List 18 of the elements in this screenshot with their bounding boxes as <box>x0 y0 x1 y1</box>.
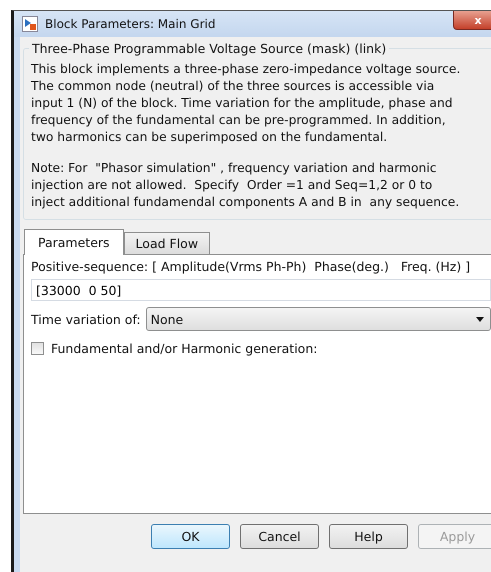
description-text: Note: For "Phasor simulation" , frequency variation and harmonic injection are not allowed. Specify Order =1 and Seq=1,2 or 0 to inject additional fundamendal components A and B in any sequence. <box>31 160 460 211</box>
caret-icon <box>476 316 484 322</box>
checkbox[interactable] <box>31 342 44 355</box>
dropdown[interactable]: None <box>146 307 491 331</box>
field-label: Positive-sequence: [ Amplitude(Vrms Ph-Ph) Phase(deg.) Freq. (Hz) ] <box>31 259 472 274</box>
description-text: This block implements a three-phase zero-impedance voltage source. The common node (neutral) of the three sources is accessible via input 1 (N) of the block. Time variation for the amplitude, phase and frequency of the fundamental can be pre-programmed. In addition, two harmonics can be superimposed on the fundamental. <box>31 61 462 146</box>
dialog-button[interactable]: OK <box>151 524 230 549</box>
checkbox-label: Fundamental and/or Harmonic generation: <box>51 341 318 356</box>
group-title: Three-Phase Programmable Voltage Source (mask) (link) <box>31 41 388 56</box>
close-button[interactable]: x <box>453 11 491 30</box>
field-label: Time variation of: <box>31 312 141 326</box>
dialog-button[interactable]: Help <box>329 524 408 549</box>
input-field[interactable]: [33000 0 50] <box>31 279 491 301</box>
tab[interactable]: Load Flow <box>124 232 210 254</box>
dialog-button[interactable]: Cancel <box>240 524 319 549</box>
tab[interactable]: Parameters <box>24 229 124 255</box>
block-icon <box>22 16 38 32</box>
window-title: Block Parameters: Main Grid <box>45 17 216 31</box>
